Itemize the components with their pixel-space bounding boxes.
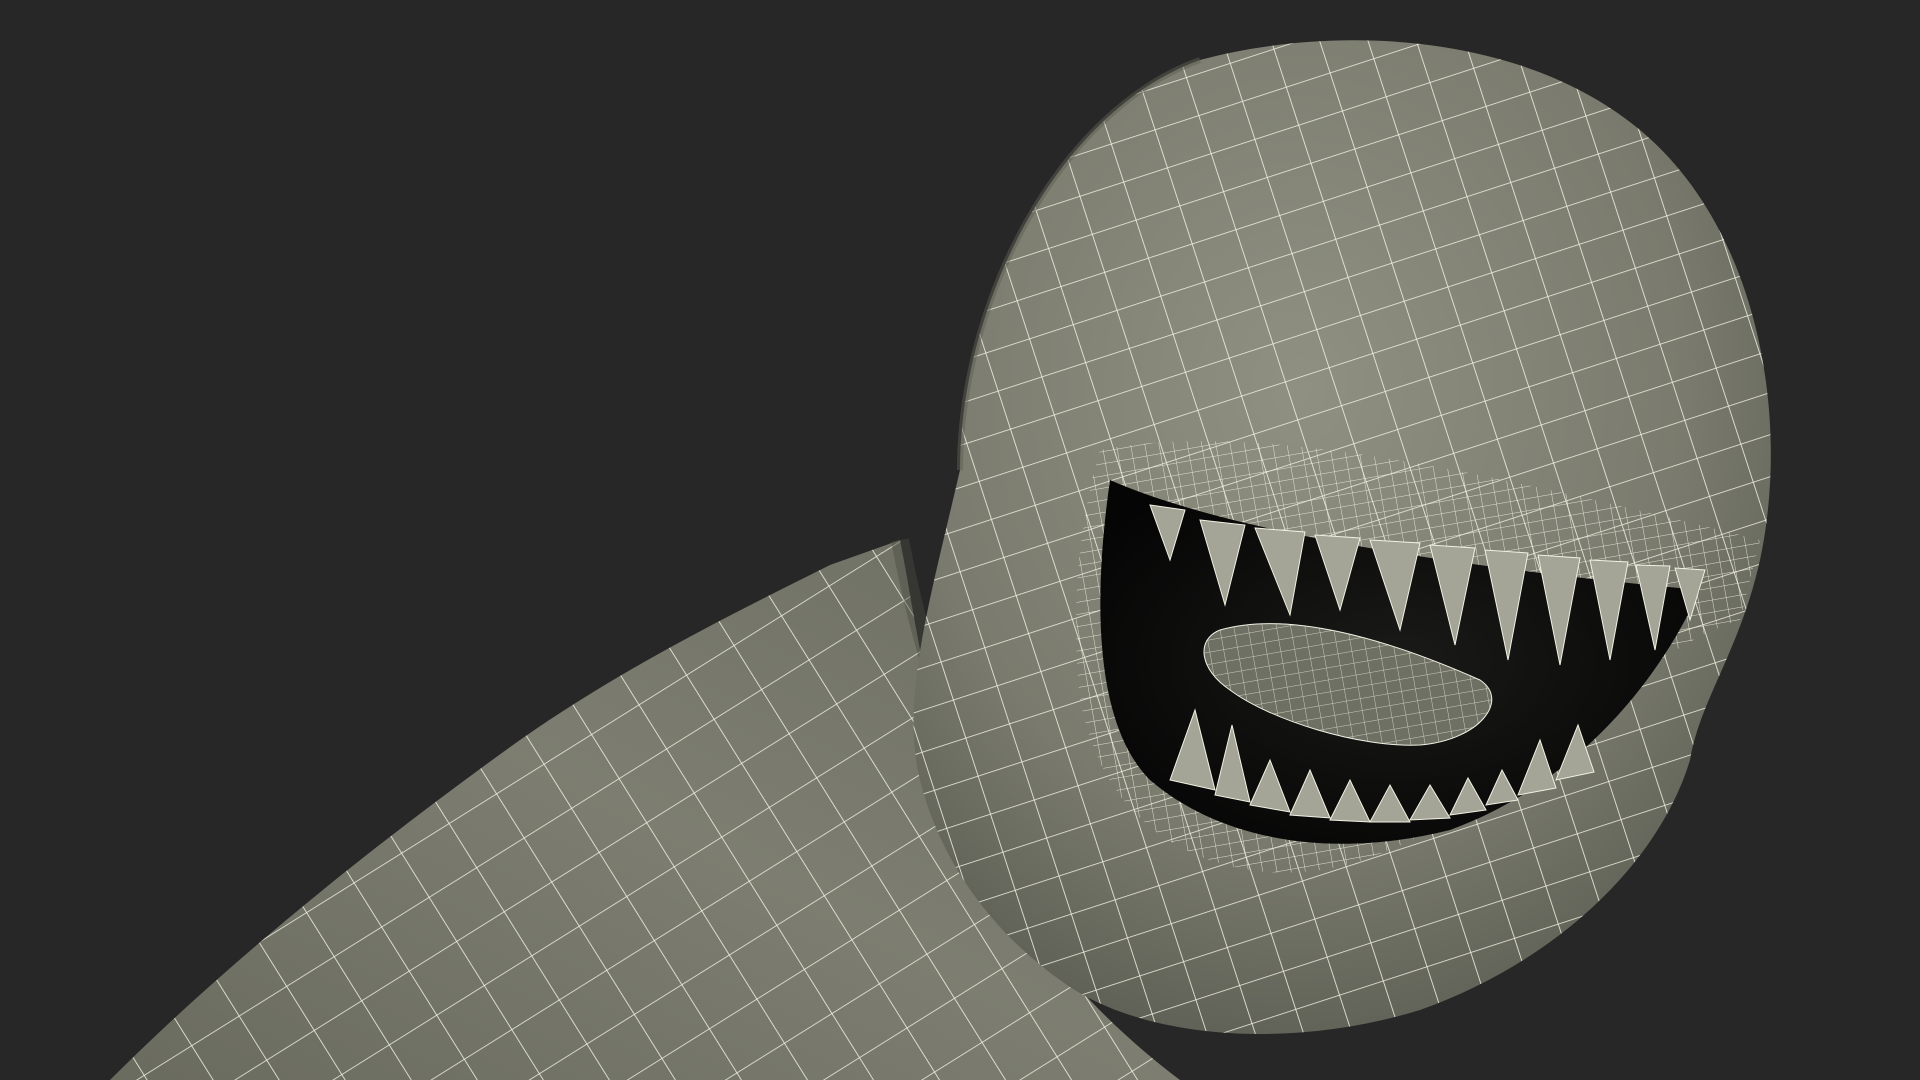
- render-viewport: [0, 0, 1920, 1080]
- wireframe-render: [110, 40, 1771, 1080]
